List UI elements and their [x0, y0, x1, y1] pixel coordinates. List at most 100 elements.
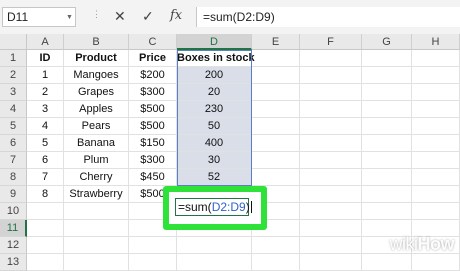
cell-b6[interactable]: Banana [64, 135, 129, 152]
cell-b7[interactable]: Plum [64, 152, 129, 169]
cell-h2[interactable] [412, 67, 460, 84]
cell-b4[interactable]: Apples [64, 101, 129, 118]
cell-c7[interactable]: $300 [129, 152, 177, 169]
row-header-2[interactable]: 2 [0, 67, 27, 84]
column-header-d[interactable]: D [177, 34, 252, 50]
cell-c2[interactable]: $200 [129, 67, 177, 84]
cell-e3[interactable] [252, 84, 300, 101]
column-header-a[interactable]: A [27, 34, 64, 50]
cell-a3[interactable]: 2 [27, 84, 64, 101]
cell-h6[interactable] [412, 135, 460, 152]
cell-a1[interactable]: ID [27, 50, 64, 67]
cell-a13[interactable] [27, 254, 64, 271]
cell-f5[interactable] [300, 118, 362, 135]
row-header-13[interactable]: 13 [0, 254, 27, 271]
active-cell-d11[interactable]: =sum(D2:D9) [175, 198, 252, 216]
column-header-f[interactable]: F [300, 34, 362, 50]
cell-c12[interactable] [129, 237, 177, 254]
cell-a5[interactable]: 4 [27, 118, 64, 135]
cell-g13[interactable] [362, 254, 412, 271]
cell-g7[interactable] [362, 152, 412, 169]
cell-e8[interactable] [252, 169, 300, 186]
cell-f13[interactable] [300, 254, 362, 271]
cell-b2[interactable]: Mangoes [64, 67, 129, 84]
row-header-7[interactable]: 7 [0, 152, 27, 169]
cell-f4[interactable] [300, 101, 362, 118]
cell-b9[interactable]: Strawberry [64, 186, 129, 203]
cell-g9[interactable] [362, 186, 412, 203]
enter-icon[interactable]: ✓ [142, 8, 154, 25]
cell-h13[interactable] [412, 254, 460, 271]
cell-h5[interactable] [412, 118, 460, 135]
cell-h8[interactable] [412, 169, 460, 186]
cell-h9[interactable] [412, 186, 460, 203]
cell-b3[interactable]: Grapes [64, 84, 129, 101]
cell-d1[interactable]: Boxes in stock [177, 50, 255, 67]
cell-d4[interactable]: 230 [177, 101, 252, 118]
cell-a7[interactable]: 6 [27, 152, 64, 169]
cell-f10[interactable] [300, 203, 362, 220]
cell-d5[interactable]: 50 [177, 118, 252, 135]
cell-b1[interactable]: Product [64, 50, 129, 67]
cell-b11[interactable] [64, 220, 129, 237]
cell-e12[interactable] [252, 237, 300, 254]
cell-f9[interactable] [300, 186, 362, 203]
name-box[interactable]: D11 [2, 7, 76, 27]
cell-f7[interactable] [300, 152, 362, 169]
cell-c6[interactable]: $150 [129, 135, 177, 152]
cell-f1[interactable] [300, 50, 362, 67]
cancel-icon[interactable]: ✕ [114, 8, 126, 25]
cell-a9[interactable]: 8 [27, 186, 64, 203]
cell-b8[interactable]: Cherry [64, 169, 129, 186]
select-all-corner[interactable] [0, 34, 27, 50]
cell-e1[interactable] [252, 50, 300, 67]
cell-d7[interactable]: 30 [177, 152, 252, 169]
cell-f6[interactable] [300, 135, 362, 152]
column-header-e[interactable]: E [252, 34, 300, 50]
row-header-9[interactable]: 9 [0, 186, 27, 203]
cell-a2[interactable]: 1 [27, 67, 64, 84]
cell-g2[interactable] [362, 67, 412, 84]
cell-a12[interactable] [27, 237, 64, 254]
cell-h4[interactable] [412, 101, 460, 118]
cell-b10[interactable] [64, 203, 129, 220]
cell-d3[interactable]: 20 [177, 84, 252, 101]
cell-g6[interactable] [362, 135, 412, 152]
column-header-b[interactable]: B [64, 34, 129, 50]
cell-d6[interactable]: 400 [177, 135, 252, 152]
row-header-6[interactable]: 6 [0, 135, 27, 152]
cell-c1[interactable]: Price [129, 50, 177, 67]
cell-a4[interactable]: 3 [27, 101, 64, 118]
cell-g10[interactable] [362, 203, 412, 220]
cell-f11[interactable] [300, 220, 362, 237]
cell-g8[interactable] [362, 169, 412, 186]
row-header-4[interactable]: 4 [0, 101, 27, 118]
cell-d12[interactable] [177, 237, 252, 254]
cell-e4[interactable] [252, 101, 300, 118]
cell-c4[interactable]: $500 [129, 101, 177, 118]
cell-e7[interactable] [252, 152, 300, 169]
row-header-1[interactable]: 1 [0, 50, 27, 67]
row-header-11[interactable]: 11 [0, 220, 27, 237]
cell-h3[interactable] [412, 84, 460, 101]
cell-g5[interactable] [362, 118, 412, 135]
cell-b12[interactable] [64, 237, 129, 254]
column-header-c[interactable]: C [129, 34, 177, 50]
column-header-h[interactable]: H [412, 34, 460, 50]
row-header-5[interactable]: 5 [0, 118, 27, 135]
cell-e13[interactable] [252, 254, 300, 271]
formula-input[interactable]: =sum(D2:D9) [196, 7, 460, 27]
cell-h10[interactable] [412, 203, 460, 220]
cell-b13[interactable] [64, 254, 129, 271]
cell-a8[interactable]: 7 [27, 169, 64, 186]
cell-g3[interactable] [362, 84, 412, 101]
cell-f2[interactable] [300, 67, 362, 84]
row-header-3[interactable]: 3 [0, 84, 27, 101]
cell-a10[interactable] [27, 203, 64, 220]
cell-c13[interactable] [129, 254, 177, 271]
cell-h7[interactable] [412, 152, 460, 169]
insert-function-icon[interactable]: fx [170, 8, 182, 23]
row-header-12[interactable]: 12 [0, 237, 27, 254]
name-box-dropdown-icon[interactable]: ▼ [66, 14, 73, 21]
cell-d8[interactable]: 52 [177, 169, 252, 186]
